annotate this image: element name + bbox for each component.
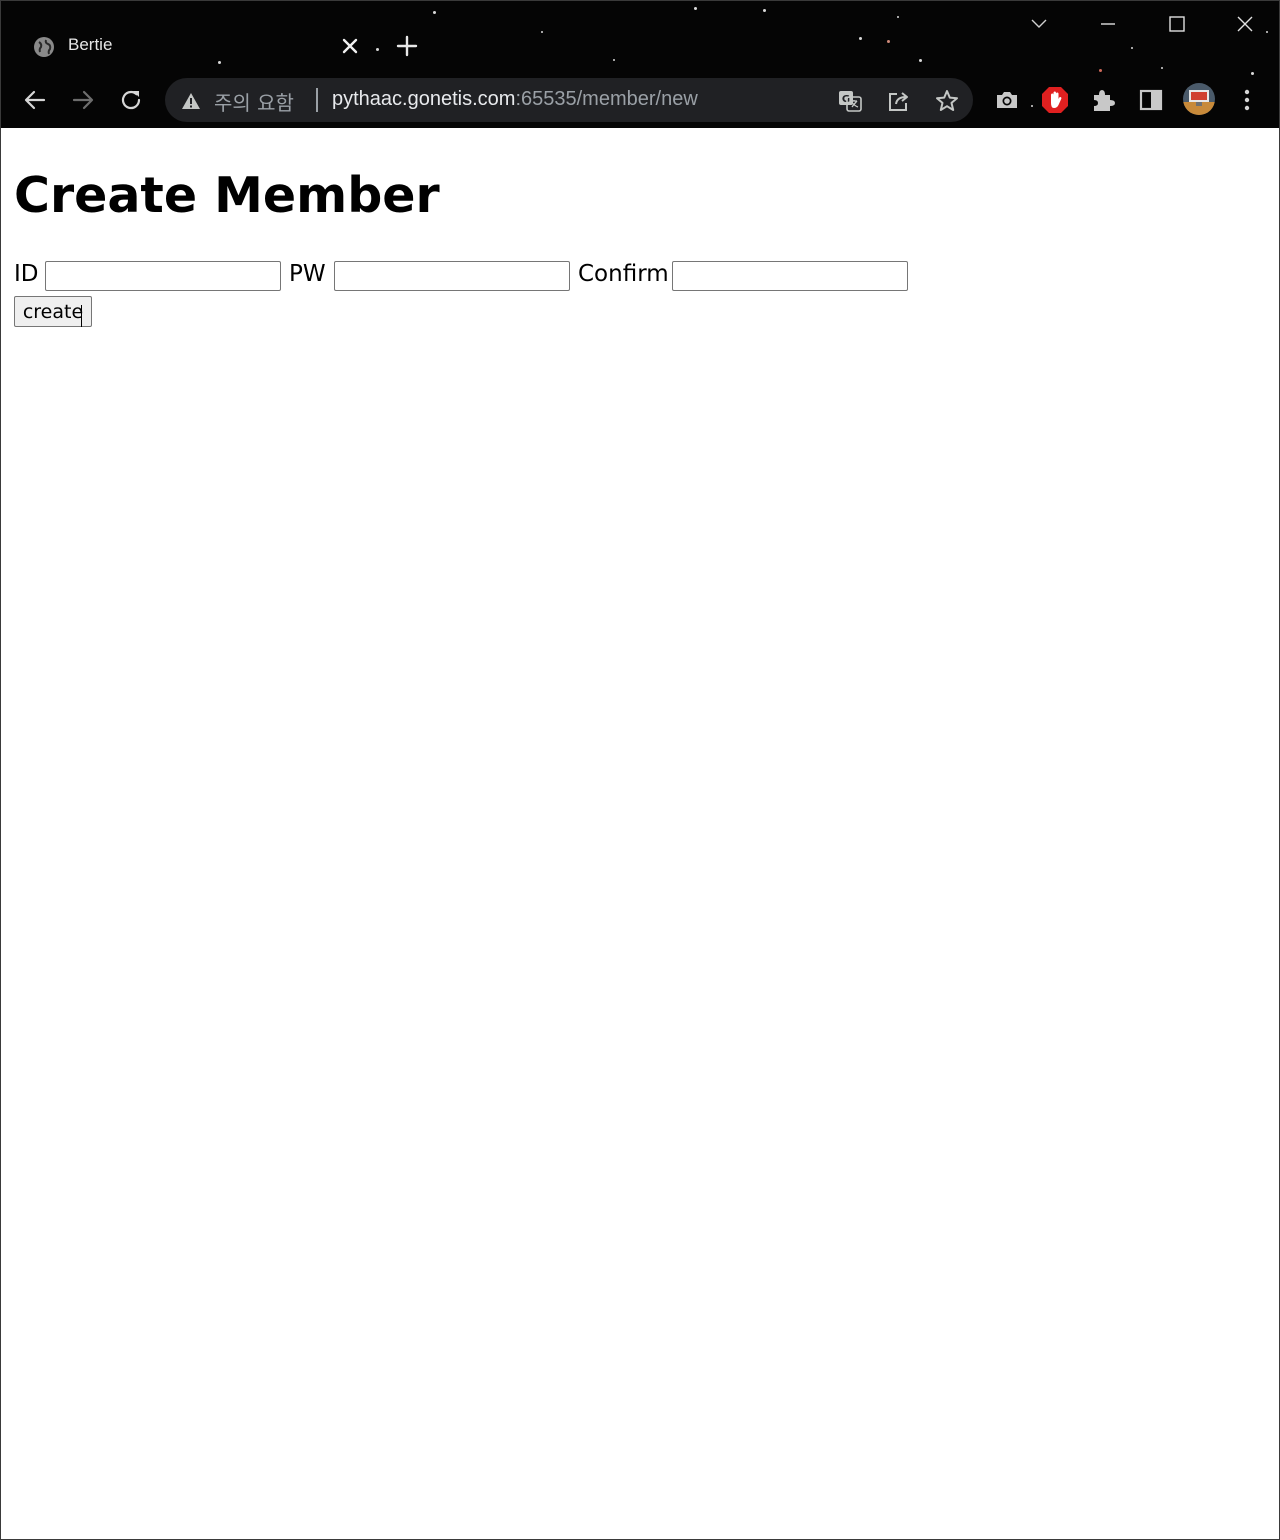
background-star (613, 59, 615, 61)
svg-text:G: G (842, 94, 850, 105)
profile-avatar[interactable] (1182, 82, 1216, 116)
background-star (1099, 69, 1102, 72)
background-star (1131, 47, 1133, 49)
forward-arrow-icon[interactable] (68, 85, 98, 115)
page-content: Create Member ID PW Confirm create (1, 129, 1279, 1539)
background-star (376, 48, 379, 51)
background-star (1161, 67, 1163, 69)
background-star (433, 11, 436, 14)
id-input[interactable] (45, 261, 281, 291)
share-icon[interactable] (886, 88, 912, 114)
background-star (1251, 72, 1254, 75)
minimize-icon[interactable] (1085, 9, 1131, 39)
url-text[interactable]: pythaac.gonetis.com:65535/member/new (332, 88, 698, 111)
browser-window: Bertie 주의 요함 pythaac.gonetis.com:65535/m… (0, 0, 1280, 1540)
close-window-icon[interactable] (1222, 9, 1268, 39)
plus-icon[interactable] (395, 34, 419, 58)
text-cursor (81, 305, 82, 327)
page-title: Create Member (14, 167, 440, 224)
background-star (694, 7, 697, 10)
background-star (887, 40, 890, 43)
stop-hand-icon[interactable] (1040, 85, 1070, 115)
confirm-input[interactable] (672, 261, 908, 291)
camera-icon[interactable] (992, 85, 1022, 115)
warning-icon[interactable] (181, 91, 201, 111)
translate-icon[interactable]: G (837, 88, 863, 114)
reload-icon[interactable] (116, 85, 146, 115)
background-star (897, 16, 899, 18)
background-star (541, 31, 543, 33)
pw-label: PW (289, 261, 326, 287)
side-panel-icon[interactable] (1136, 85, 1166, 115)
url-host: pythaac.gonetis.com (332, 88, 516, 110)
pw-input[interactable] (334, 261, 570, 291)
more-menu-icon[interactable] (1232, 85, 1262, 115)
address-bar[interactable]: 주의 요함 pythaac.gonetis.com:65535/member/n… (165, 78, 973, 122)
url-path: :65535/member/new (515, 88, 698, 110)
chevron-down-icon[interactable] (1016, 9, 1062, 39)
confirm-label: Confirm (578, 261, 669, 287)
background-star (763, 9, 766, 12)
id-label: ID (14, 261, 39, 287)
maximize-icon[interactable] (1154, 9, 1200, 39)
background-star (1031, 105, 1033, 107)
background-star (859, 37, 862, 40)
background-star (919, 59, 922, 62)
back-arrow-icon[interactable] (20, 85, 50, 115)
tab-active[interactable]: Bertie (11, 19, 373, 77)
close-icon[interactable] (339, 35, 361, 57)
star-icon[interactable] (934, 88, 960, 114)
security-status-text[interactable]: 주의 요함 (214, 87, 294, 116)
browser-chrome: Bertie 주의 요함 pythaac.gonetis.com:65535/m… (1, 1, 1279, 128)
globe-icon (33, 36, 55, 58)
tab-title: Bertie (68, 35, 113, 54)
divider (316, 88, 318, 112)
puzzle-icon[interactable] (1088, 85, 1118, 115)
